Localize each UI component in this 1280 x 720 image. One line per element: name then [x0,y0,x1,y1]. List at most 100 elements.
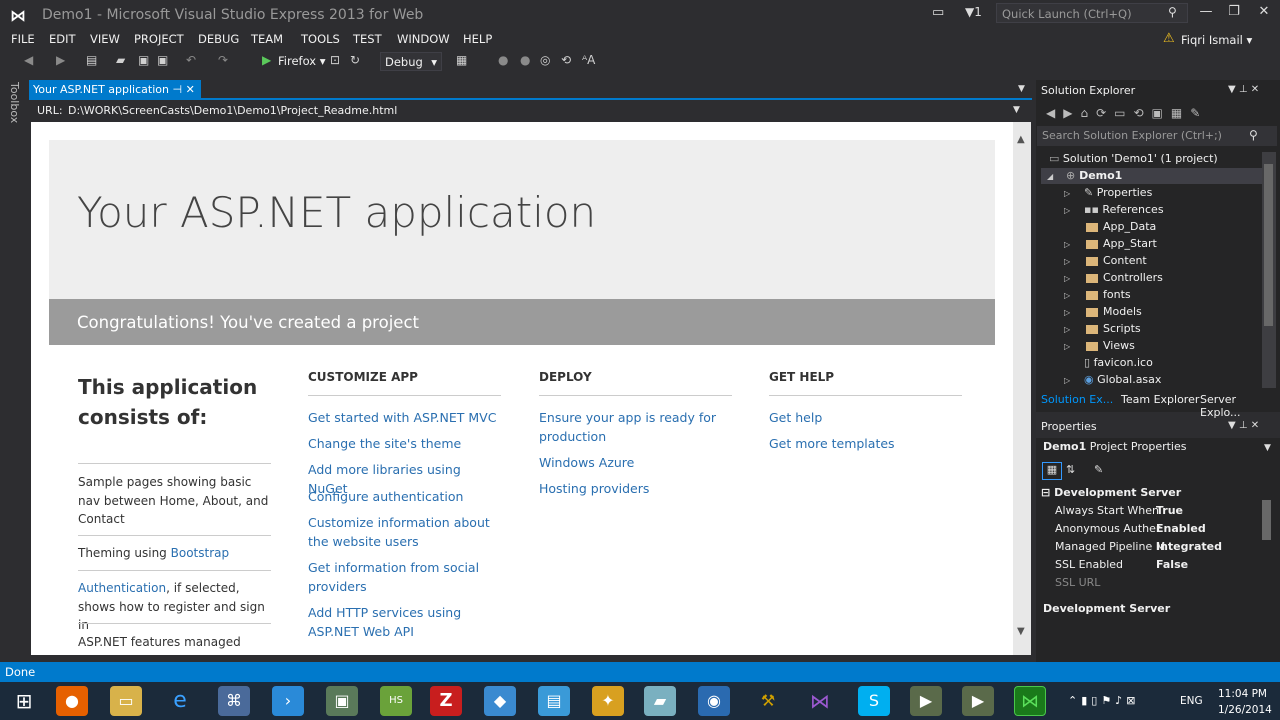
tree-item-references[interactable]: ▪▪ References [1084,203,1164,216]
panel-controls[interactable]: ▼ ⊥ ✕ [1228,84,1259,95]
search-icon[interactable]: ⚲ [1168,5,1177,19]
powershell-icon[interactable]: › [272,686,304,716]
bootstrap-link[interactable]: Bootstrap [171,546,229,560]
file-explorer-icon[interactable]: ▭ [110,686,142,716]
url-dropdown-icon[interactable]: ▼ [1013,105,1020,115]
toggle-icon[interactable]: ◎ [540,53,550,67]
menu-debug[interactable]: DEBUG [198,32,239,46]
expand-arrow-icon[interactable]: ▷ [1064,274,1070,283]
expand-arrow-icon[interactable]: ▷ [1064,325,1070,334]
scrollbar-thumb[interactable] [1264,164,1273,326]
system-tray-icons[interactable]: ⌃▮▯⚑♪⊠ [1068,694,1139,707]
tree-item-properties[interactable]: ✎ Properties [1084,186,1152,199]
categorized-icon[interactable]: ▦ [1042,462,1062,480]
document-tab[interactable]: Your ASP.NET application ⊣ ✕ [29,80,201,99]
scroll-down-icon[interactable]: ▼ [1017,626,1025,637]
remote-tool-icon[interactable]: ▣ [326,686,358,716]
user-account[interactable]: Fiqri Ismail ▾ [1181,33,1252,47]
new-project-icon[interactable]: ▤ [86,53,97,67]
project-node[interactable]: ⊕ Demo1 [1066,169,1122,182]
prop-ssl-enabled-value[interactable]: False [1156,558,1188,571]
solution-search-input[interactable]: Search Solution Explorer (Ctrl+;) [1037,126,1277,146]
bookmark-prev-icon[interactable]: ● [498,53,508,67]
virtualbox-icon[interactable]: ◆ [484,686,516,716]
tab-server-explorer[interactable]: Server Explo... [1200,393,1280,419]
feedback-flag-icon[interactable]: ▼1 [965,5,982,19]
hs-app-icon[interactable]: HS [380,686,412,716]
expand-arrow-icon[interactable]: ▷ [1064,308,1070,317]
tree-item-global-asax[interactable]: ◉ Global.asax [1084,373,1161,386]
link-configure-authentication[interactable]: Configure authentication [308,488,503,507]
pin-icon[interactable]: ⊣ [172,83,182,96]
internet-explorer-icon[interactable]: e [164,686,196,716]
filezilla-icon[interactable]: Z [430,686,462,716]
paint-tool-icon[interactable]: ▰ [644,686,676,716]
menu-edit[interactable]: EDIT [49,32,76,46]
property-category[interactable]: ⊟ Development Server [1041,486,1181,499]
tree-item-fonts[interactable]: fonts [1086,288,1131,301]
prop-always-start-value[interactable]: True [1156,504,1183,517]
expand-arrow-icon[interactable]: ▷ [1064,342,1070,351]
input-language[interactable]: ENG [1180,695,1203,707]
tree-item-app-data[interactable]: App_Data [1086,220,1156,233]
tree-item-scripts[interactable]: Scripts [1086,322,1141,335]
alphabetical-icon[interactable]: ⇅ [1066,463,1075,476]
menu-tools[interactable]: TOOLS [301,32,340,46]
panel-controls[interactable]: ▼ ⊥ ✕ [1228,420,1259,431]
tree-item-views[interactable]: Views [1086,339,1135,352]
expand-arrow-icon[interactable]: ▷ [1064,189,1070,198]
outlook-icon[interactable]: ◉ [698,686,730,716]
property-pages-icon[interactable]: ✎ [1094,463,1103,476]
link-social-providers[interactable]: Get information from social providers [308,559,503,596]
prop-anonymous-auth-value[interactable]: Enabled [1156,522,1206,535]
link-ensure-production[interactable]: Ensure your app is ready for production [539,409,719,446]
back-icon[interactable]: ◀ [24,53,33,67]
link-customize-user-info[interactable]: Customize information about the website … [308,514,503,551]
clock-date[interactable]: 1/26/2014 [1218,704,1272,716]
authentication-link[interactable]: Authentication [78,581,166,595]
menu-file[interactable]: FILE [11,32,35,46]
undo-icon[interactable]: ↶ [186,53,196,67]
tree-item-favicon[interactable]: ▯ favicon.ico [1084,356,1153,369]
tab-solution-explorer[interactable]: Solution Ex... [1041,393,1113,406]
visual-studio-taskbar-icon[interactable]: ⋈ [804,686,836,716]
sync-icon[interactable]: ⟲ [561,53,571,67]
utility-tool-icon[interactable]: ⚒ [752,686,784,716]
properties-scrollbar-thumb[interactable] [1262,500,1271,540]
expand-arrow-icon[interactable]: ▷ [1064,240,1070,249]
prop-ssl-url-name[interactable]: SSL URL [1055,576,1100,589]
notification-icon[interactable]: ▭ [932,5,944,20]
tab-team-explorer[interactable]: Team Explorer [1121,393,1199,406]
restore-button[interactable]: ❐ [1220,4,1248,24]
menu-help[interactable]: HELP [463,32,492,46]
configuration-select[interactable]: Debug ▾ [380,52,442,71]
minimize-button[interactable]: — [1192,4,1220,24]
close-button[interactable]: ✕ [1250,4,1278,24]
firefox-icon[interactable]: ● [56,686,88,716]
save-all-icon[interactable]: ▣ [157,53,168,67]
tree-item-controllers[interactable]: Controllers [1086,271,1163,284]
expand-arrow-icon[interactable]: ▷ [1064,291,1070,300]
toolbox-tab[interactable]: Toolbox [8,82,21,123]
prop-always-start-name[interactable]: Always Start When [1055,504,1159,517]
link-get-help[interactable]: Get help [769,409,964,428]
start-debugging-icon[interactable]: ▶ [262,53,271,67]
prop-managed-pipeline-name[interactable]: Managed Pipeline M [1055,540,1165,553]
notepad-icon[interactable]: ▤ [538,686,570,716]
terminal-2-icon[interactable]: ▶ [962,686,994,716]
tree-item-content[interactable]: Content [1086,254,1147,267]
link-hosting-providers[interactable]: Hosting providers [539,480,734,499]
menu-project[interactable]: PROJECT [134,32,184,46]
link-http-services-webapi[interactable]: Add HTTP services using ASP.NET Web API [308,604,503,641]
refresh-icon[interactable]: ↻ [350,53,360,67]
properties-object-select[interactable]: Demo1 Project Properties [1043,440,1187,453]
expand-arrow-icon[interactable]: ▷ [1064,206,1070,215]
font-size-icon[interactable]: ᴬA [582,53,595,67]
search-icon[interactable]: ⚲ [1249,128,1258,142]
menu-window[interactable]: WINDOW [397,32,450,46]
quick-launch-input[interactable]: Quick Launch (Ctrl+Q) [996,3,1188,23]
prop-anonymous-auth-name[interactable]: Anonymous Auther [1055,522,1160,535]
link-change-theme[interactable]: Change the site's theme [308,435,503,454]
menu-view[interactable]: VIEW [90,32,120,46]
link-windows-azure[interactable]: Windows Azure [539,454,734,473]
